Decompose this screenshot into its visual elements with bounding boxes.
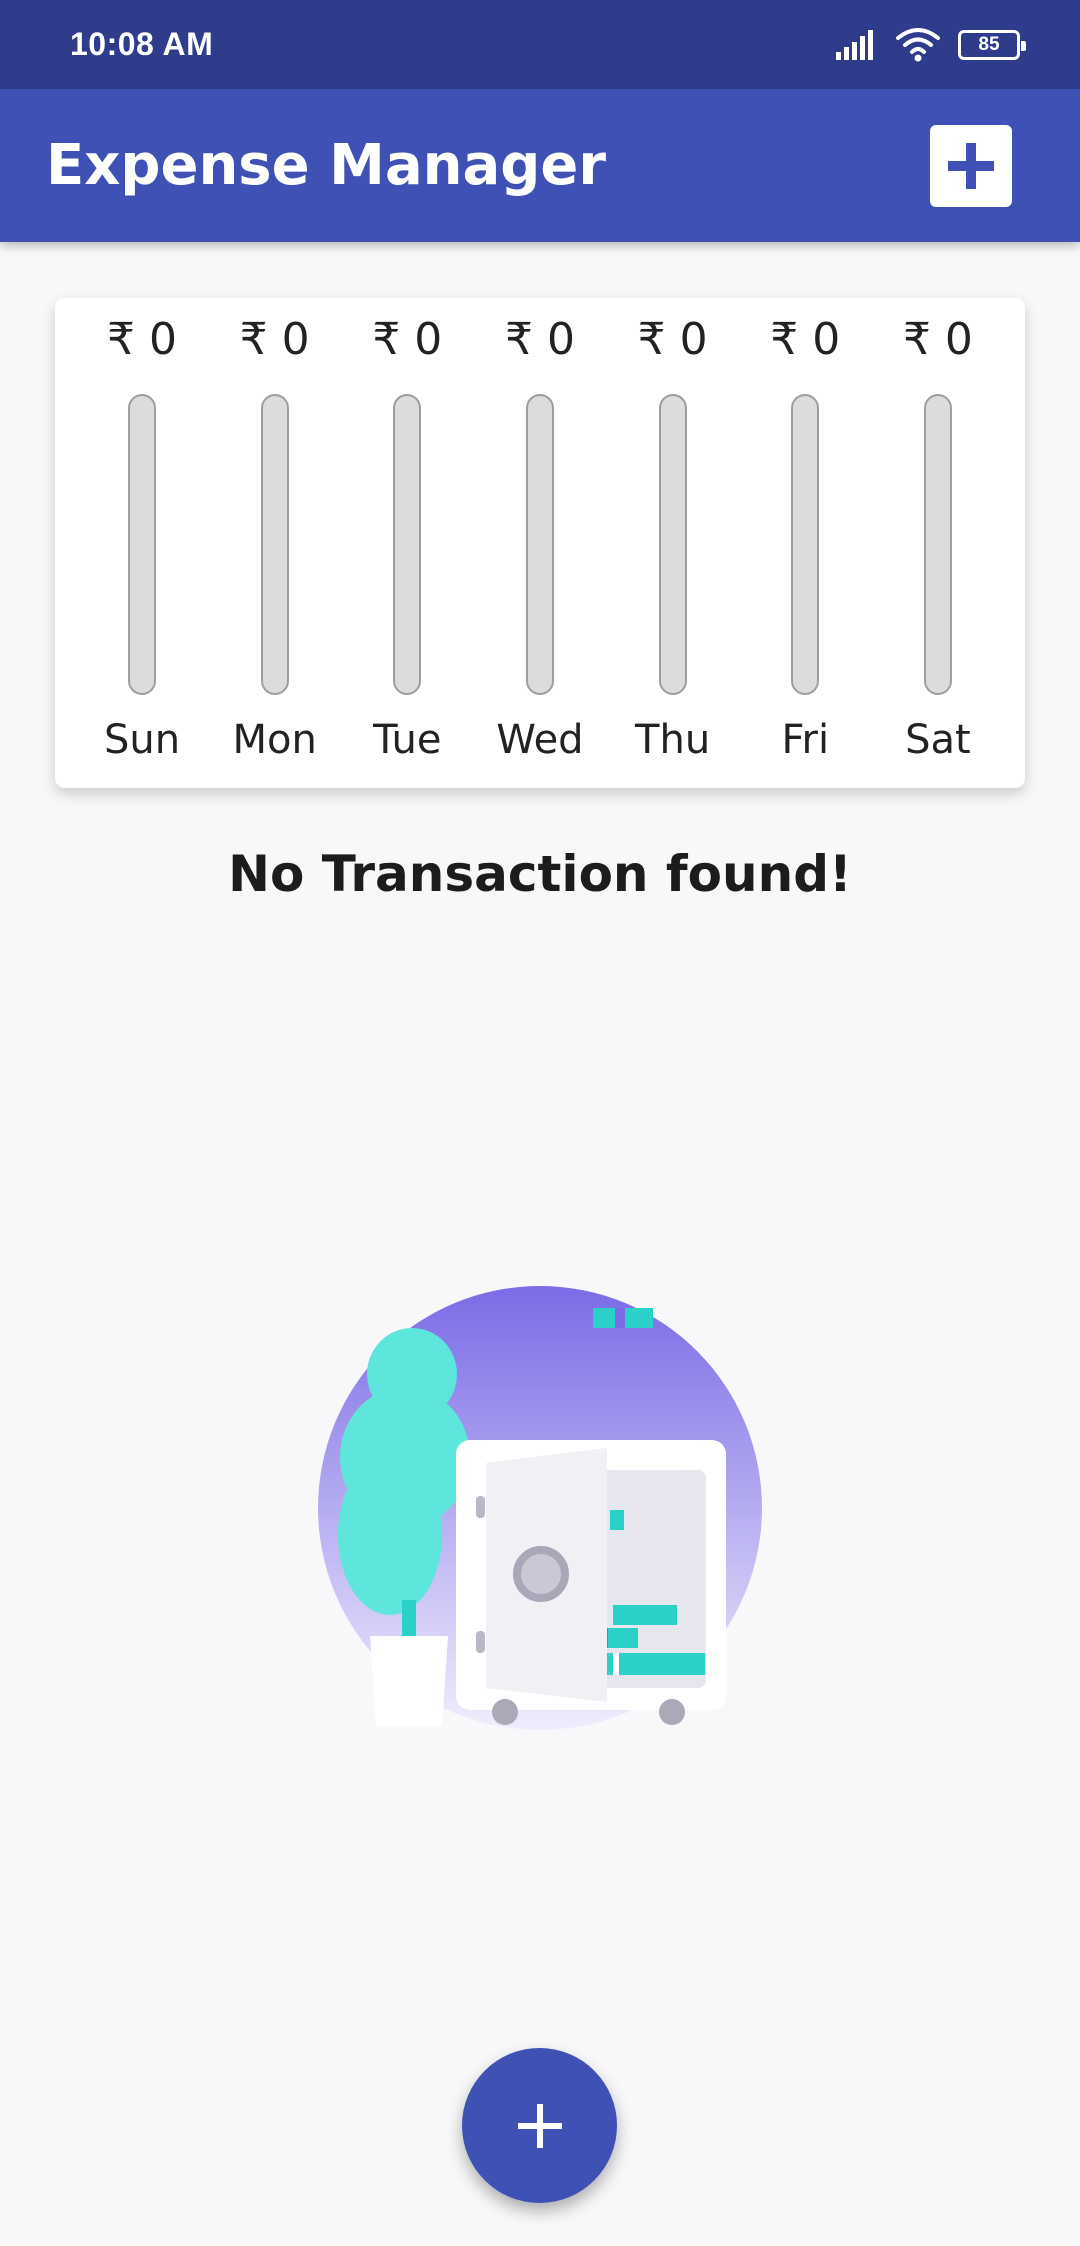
day-bar-track [260, 394, 289, 695]
day-label: Mon [232, 717, 317, 763]
day-bar-track [393, 394, 422, 695]
chart-day-column: ₹ 0 Mon [220, 312, 330, 788]
chart-day-column: ₹ 0 Sat [883, 312, 993, 788]
day-bar-track [923, 394, 952, 695]
status-time: 10:08 AM [70, 26, 214, 62]
day-amount-label: ₹ 0 [902, 314, 973, 365]
chart-day-column: ₹ 0 Tue [352, 312, 462, 788]
day-label: Sun [103, 717, 181, 763]
chart-day-column: ₹ 0 Fri [750, 312, 860, 788]
chart-day-column: ₹ 0 Wed [485, 312, 595, 788]
chart-day-column: ₹ 0 Thu [618, 312, 728, 788]
empty-safe-illustration [318, 1286, 762, 1730]
signal-icon [836, 29, 873, 60]
plus-icon [517, 2103, 562, 2148]
plus-icon [948, 142, 994, 189]
battery-level: 85 [978, 33, 1000, 55]
day-label: Sat [905, 717, 971, 763]
day-bar-track [658, 394, 687, 695]
day-bar-track [791, 394, 820, 695]
app-bar: Expense Manager [0, 89, 1080, 242]
status-icons: 85 [836, 27, 1026, 62]
add-transaction-button[interactable] [930, 124, 1012, 207]
weekly-chart-card: ₹ 0 Sun ₹ 0 Mon ₹ 0 Tue ₹ 0 Wed ₹ 0 Thu ₹ 0 Fri ₹ 0 S… [55, 298, 1025, 788]
day-bar-track [128, 394, 156, 695]
status-bar: 10:08 AM 85 [0, 0, 1080, 89]
day-amount-label: ₹ 0 [239, 314, 310, 365]
fab-add-button[interactable] [462, 2048, 617, 2203]
app-title: Expense Manager [46, 133, 606, 198]
day-amount-label: ₹ 0 [372, 314, 443, 365]
day-amount-label: ₹ 0 [107, 314, 177, 365]
empty-state-message: No Transaction found! [228, 845, 852, 903]
day-amount-label: ₹ 0 [770, 314, 841, 365]
chart-day-column: ₹ 0 Sun [87, 312, 197, 788]
battery-icon: 85 [958, 29, 1026, 60]
day-label: Tue [373, 717, 442, 763]
day-amount-label: ₹ 0 [637, 314, 708, 365]
day-amount-label: ₹ 0 [504, 314, 575, 365]
day-label: Wed [496, 717, 584, 763]
wifi-icon [896, 27, 940, 61]
day-label: Thu [635, 717, 711, 763]
day-bar-track [525, 394, 554, 695]
day-label: Fri [781, 717, 830, 763]
